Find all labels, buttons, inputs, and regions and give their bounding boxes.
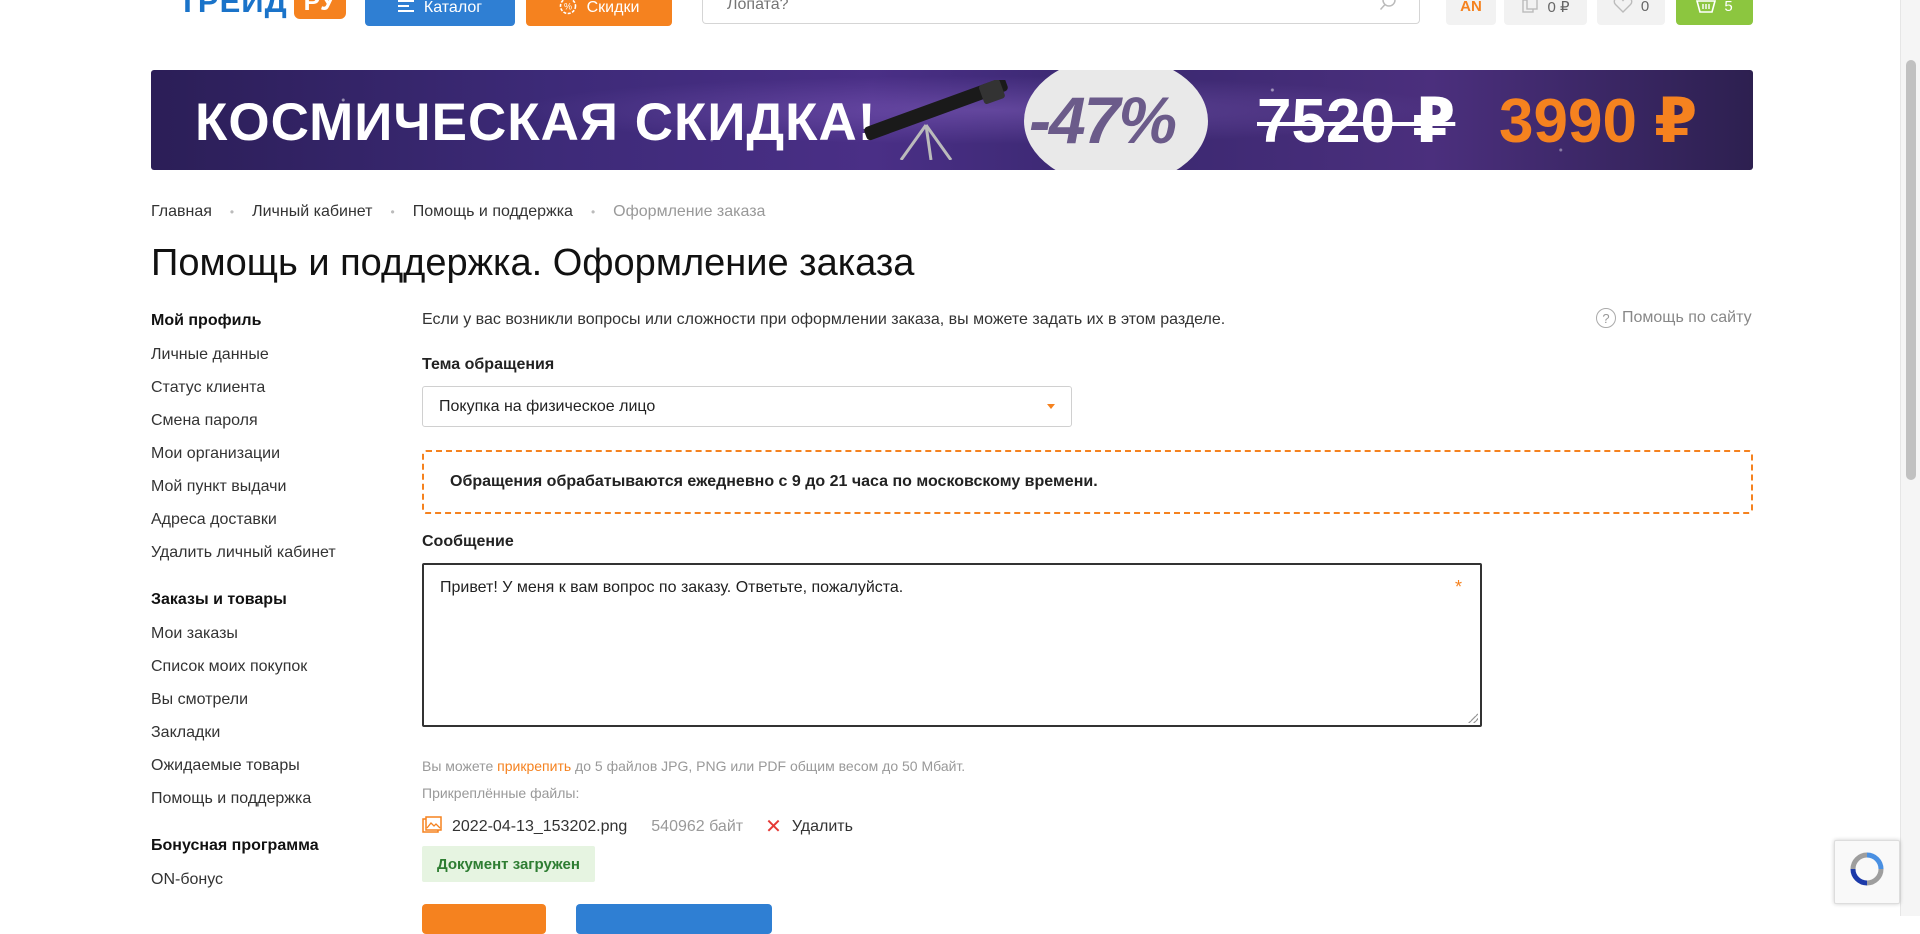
breadcrumb-separator: • [390, 205, 395, 219]
sidebar-item-delivery-addresses[interactable]: Адреса доставки [151, 503, 411, 536]
breadcrumb-current: Оформление заказа [613, 203, 766, 220]
intro-text: Если у вас возникли вопросы или сложност… [422, 311, 1226, 328]
file-size: 540962 байт [651, 818, 744, 835]
catalog-button[interactable]: Каталог [365, 0, 515, 26]
compare-icon [1521, 0, 1539, 18]
attach-hint: Вы можете прикрепить до 5 файлов JPG, PN… [422, 758, 965, 774]
site-help-label: Помощь по сайту [1622, 309, 1752, 326]
breadcrumb-home[interactable]: Главная [151, 203, 212, 221]
resize-handle[interactable] [1468, 713, 1478, 723]
banner-old-price: 7520 ₽ [1257, 87, 1456, 156]
account-sidebar: Мой профиль Личные данные Статус клиента… [151, 310, 411, 916]
message-text: Привет! У меня к вам вопрос по заказу. О… [440, 579, 904, 596]
chevron-down-icon [1047, 404, 1055, 409]
file-name[interactable]: 2022-04-13_153202.png [452, 818, 627, 836]
close-icon[interactable]: ✕ [765, 817, 782, 837]
site-logo[interactable]: ТРЕЙД РУ [178, 0, 346, 20]
sidebar-item-personal-data[interactable]: Личные данные [151, 338, 411, 371]
sidebar-item-purchases[interactable]: Список моих покупок [151, 650, 411, 683]
topic-select-value: Покупка на физическое лицо [439, 397, 656, 415]
image-file-icon [422, 815, 442, 839]
favorites-button[interactable]: 0 [1597, 0, 1665, 25]
sidebar-group-orders: Заказы и товары Мои заказы Список моих п… [151, 589, 411, 815]
promo-banner[interactable]: КОСМИЧЕСКАЯ СКИДКА! -47% 7520 ₽ 3990 ₽ [151, 70, 1753, 170]
logo-text: ТРЕЙД [178, 0, 288, 19]
upload-status-text: Документ загружен [437, 855, 580, 873]
sidebar-item-delete-account[interactable]: Удалить личный кабинет [151, 536, 411, 569]
sidebar-item-change-password[interactable]: Смена пароля [151, 404, 411, 437]
upload-status-badge: Документ загружен [422, 846, 595, 882]
secondary-button[interactable] [576, 904, 772, 934]
sidebar-item-viewed[interactable]: Вы смотрели [151, 683, 411, 716]
sidebar-group-bonus: Бонусная программа ON-бонус [151, 835, 411, 896]
sidebar-item-help-support[interactable]: Помощь и поддержка [151, 782, 411, 815]
attach-hint-before: Вы можете [422, 758, 498, 774]
cart-button[interactable]: 5 [1676, 0, 1753, 25]
attached-files-label: Прикреплённые файлы: [422, 785, 580, 801]
required-marker: * [1454, 577, 1462, 597]
page: ТРЕЙД РУ Каталог % Скидки AN 0 ₽ 0 [0, 0, 1920, 934]
recaptcha-icon [1850, 852, 1884, 891]
compare-button[interactable]: 0 ₽ [1504, 0, 1587, 25]
breadcrumb-support[interactable]: Помощь и поддержка [413, 203, 573, 221]
search-box[interactable] [702, 0, 1420, 24]
sidebar-group-title: Бонусная программа [151, 837, 319, 854]
scrollbar-thumb[interactable] [1906, 60, 1916, 480]
attach-file-link[interactable]: прикрепить [497, 758, 571, 774]
sidebar-item-bookmarks[interactable]: Закладки [151, 716, 411, 749]
search-input[interactable] [725, 0, 1365, 15]
topic-label: Тема обращения [422, 356, 555, 373]
sidebar-item-on-bonus[interactable]: ON-бонус [151, 863, 411, 896]
working-hours-notice: Обращения обрабатываются ежедневно с 9 д… [422, 450, 1753, 514]
svg-text:%: % [564, 1, 572, 11]
sidebar-item-expected-products[interactable]: Ожидаемые товары [151, 749, 411, 782]
logo-suffix: РУ [293, 0, 346, 19]
message-textarea[interactable]: Привет! У меня к вам вопрос по заказу. О… [422, 563, 1482, 727]
sidebar-group-title: Заказы и товары [151, 591, 287, 608]
telescope-image [831, 77, 1021, 161]
topic-select[interactable]: Покупка на физическое лицо [422, 386, 1072, 427]
delete-file-button[interactable]: Удалить [792, 818, 853, 836]
message-label: Сообщение [422, 533, 514, 550]
page-title: Помощь и поддержка. Оформление заказа [151, 242, 915, 284]
sale-button-label: Скидки [586, 0, 640, 16]
attached-file-row: 2022-04-13_153202.png 540962 байт ✕ Удал… [422, 814, 853, 840]
catalog-button-label: Каталог [423, 0, 483, 16]
breadcrumb: Главная • Личный кабинет • Помощь и подд… [151, 203, 765, 221]
favorites-count: 0 [1640, 0, 1650, 15]
site-help-link[interactable]: ? Помощь по сайту [1596, 308, 1752, 328]
user-initials: AN [1460, 0, 1482, 15]
notice-text: Обращения обрабатываются ежедневно с 9 д… [450, 473, 1098, 490]
sale-button[interactable]: % Скидки [526, 0, 672, 26]
banner-discount: -47% [1029, 83, 1177, 157]
sidebar-item-organizations[interactable]: Мои организации [151, 437, 411, 470]
cart-count: 5 [1724, 0, 1733, 15]
sidebar-item-pickup-point[interactable]: Мой пункт выдачи [151, 470, 411, 503]
menu-icon [397, 0, 414, 17]
percent-badge-icon: % [559, 0, 577, 20]
submit-button[interactable] [422, 904, 546, 934]
attach-hint-after: до 5 файлов JPG, PNG или PDF общим весом… [571, 758, 966, 774]
recaptcha-badge[interactable] [1834, 840, 1900, 904]
compare-sum: 0 ₽ [1547, 0, 1570, 16]
sidebar-group-title: Мой профиль [151, 312, 262, 329]
search-icon[interactable] [1379, 0, 1397, 16]
breadcrumb-separator: • [229, 205, 235, 219]
sidebar-item-my-orders[interactable]: Мои заказы [151, 617, 411, 650]
user-account-button[interactable]: AN [1446, 0, 1496, 25]
heart-icon [1613, 0, 1633, 18]
breadcrumb-account[interactable]: Личный кабинет [252, 203, 372, 221]
cart-icon [1696, 0, 1717, 18]
banner-new-price: 3990 ₽ [1499, 87, 1698, 156]
breadcrumb-separator: • [590, 205, 596, 219]
sidebar-group-profile: Мой профиль Личные данные Статус клиента… [151, 310, 411, 569]
question-circle-icon: ? [1596, 308, 1616, 328]
sidebar-item-client-status[interactable]: Статус клиента [151, 371, 411, 404]
page-scrollbar[interactable] [1900, 0, 1920, 916]
banner-title: КОСМИЧЕСКАЯ СКИДКА! [195, 93, 877, 152]
